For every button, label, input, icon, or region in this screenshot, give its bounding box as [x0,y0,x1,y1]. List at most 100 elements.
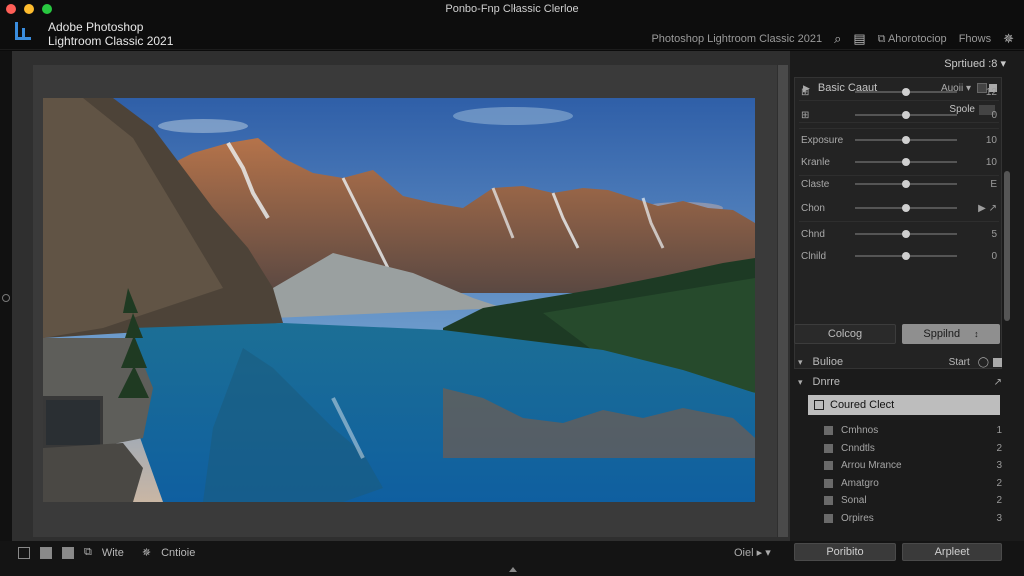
tool-wite[interactable]: Wite [102,547,124,559]
sppilnd-label: Sppilnd [923,328,961,340]
title-bar: Ponbo-Fnp Clłassic Clerloe Adobe Photosh… [0,0,1024,50]
panel-header-label: Sprtiued :8 [944,58,998,70]
start-label[interactable]: Start [949,357,970,368]
slider-knob[interactable] [902,88,910,96]
help-icon[interactable]: ◯ [978,357,989,368]
slider-track[interactable] [855,230,957,238]
item-count: 2 [996,477,1002,489]
poribito-button[interactable]: Poribito [794,543,896,561]
item-label: Cnndtls [841,442,875,454]
item-checkbox[interactable] [824,478,833,488]
window-title: Ponbo-Fnp Clłassic Clerloe [445,3,579,15]
slider-track[interactable] [855,111,957,119]
item-checkbox[interactable] [824,443,833,453]
menu-item-2[interactable]: Fhows [959,33,991,45]
chevron-down-icon[interactable]: ▾ [798,357,803,368]
loupe-view-icon[interactable] [18,546,30,559]
slider-value: 0 [991,109,997,121]
menu-item-1[interactable]: ⧉ Ahorotociop [878,33,947,46]
panel-scrollbar[interactable] [1004,171,1010,321]
search-icon[interactable]: ⌕ [834,31,841,47]
star-icon[interactable]: ✵ [142,546,151,559]
item-checkbox[interactable] [824,425,833,435]
slider-track[interactable] [855,204,957,212]
filmstrip-toggle-icon[interactable] [509,567,517,572]
item-count: 2 [996,494,1002,506]
slider-knob[interactable] [902,136,910,144]
list-item[interactable]: Cmhnos 1 [824,422,1002,438]
slider-knob[interactable] [902,204,910,212]
slider-row: Exposure 10 [801,131,997,149]
item-label: Amatgro [841,477,879,489]
collection-header-label: Coured Clect [830,399,895,411]
colcog-button[interactable]: Colcog [794,324,896,344]
panel-header[interactable]: Sprtiued :8 ▾ [944,57,1006,70]
slider-track[interactable] [855,180,957,188]
slider-label: Exposure [801,134,844,146]
slider-knob[interactable] [902,111,910,119]
slider-track[interactable] [855,252,957,260]
list-item[interactable]: Cnndtls 2 [824,440,1002,456]
slider-row: ⊞ 12 [801,83,997,101]
chevron-down-icon[interactable]: ▾ [1000,58,1006,70]
viewer-scrollbar[interactable] [778,65,788,537]
slider-track[interactable] [855,158,957,166]
clipboard-icon[interactable]: ▤ [853,31,865,47]
list-item[interactable]: Sonal 2 [824,492,1002,508]
section-bulioe-header[interactable]: ▾ Bulioe Start ◯ [798,356,1002,368]
slider-row: Clnild 0 [801,247,997,265]
item-label: Cmhnos [841,424,879,436]
slider-value: 0 [991,250,997,262]
slider-knob[interactable] [902,252,910,260]
item-count: 3 [996,512,1002,524]
arpleet-button[interactable]: Arpleet [902,543,1002,561]
slider-track[interactable] [855,136,957,144]
list-item[interactable]: Arrou Mrance 3 [824,457,1002,473]
compare-view-icon[interactable] [62,546,74,559]
list-item[interactable]: Orpires 3 [824,510,1002,526]
slider-knob[interactable] [902,180,910,188]
zoom-select[interactable]: Oiel ▸ ▾ [734,546,771,559]
divider [799,128,999,129]
app-name-line2: Lightroom Classic 2021 [48,34,174,48]
panel-toggle-icon[interactable] [2,294,10,302]
slider-row: Kranle 10 [801,153,997,171]
section-dnrre-header[interactable]: ▾ Dnrre ↗ [798,376,1002,388]
slider-label: Clnild [801,250,827,262]
item-label: Arrou Mrance [841,459,902,471]
collection-icon [814,400,824,410]
menu-item-1-label: Ahorotociop [887,32,947,45]
list-item[interactable]: Amatgro 2 [824,475,1002,491]
section-dnrre-title: Dnrre [812,376,841,388]
slider-action-icons[interactable]: ▶ ↗ [978,203,997,214]
add-icon[interactable]: ↗ [994,377,1002,388]
item-checkbox[interactable] [824,495,833,505]
slider-value: 10 [985,156,997,168]
section-bulioe-title: Bulioe [812,356,844,368]
stepper-icon[interactable]: ↕ [974,329,979,339]
collection-header[interactable]: Coured Clect [808,395,1000,415]
toolbar: ⧉ Wite ✵ Cntioie Oiel ▸ ▾ Poribito Arple… [0,541,1024,576]
sppilnd-button[interactable]: Sppilnd ↕ [902,324,1000,344]
item-checkbox[interactable] [824,460,833,470]
chevron-down-icon[interactable]: ▾ [798,377,803,388]
tool-cntioie[interactable]: Cntioie [161,547,195,559]
left-panel-toggle[interactable] [0,51,12,541]
slider-value: ▶ ↗ [963,203,997,214]
item-checkbox[interactable] [824,513,833,523]
slider-knob[interactable] [902,230,910,238]
survey-view-icon[interactable]: ⧉ [84,546,92,559]
item-count: 2 [996,442,1002,454]
chevron-down-icon[interactable]: ▾ [765,547,771,559]
app-name: Adobe Photoshop Lightroom Classic 2021 [48,20,173,48]
slider-row: ⊞ 0 [801,106,997,124]
lightroom-logo-icon [14,22,34,42]
play-icon[interactable]: ▸ [757,547,763,559]
settings-icon[interactable]: ✵ [1003,31,1014,47]
top-right-menu: Photoshop Lightroom Classic 2021 ⌕ ▤ ⧉ A… [651,31,1014,47]
slider-knob[interactable] [902,158,910,166]
slider-label: ⊞ [801,110,849,121]
grid-view-icon[interactable] [40,546,52,559]
square-icon[interactable] [993,357,1002,367]
slider-track[interactable] [855,88,957,96]
